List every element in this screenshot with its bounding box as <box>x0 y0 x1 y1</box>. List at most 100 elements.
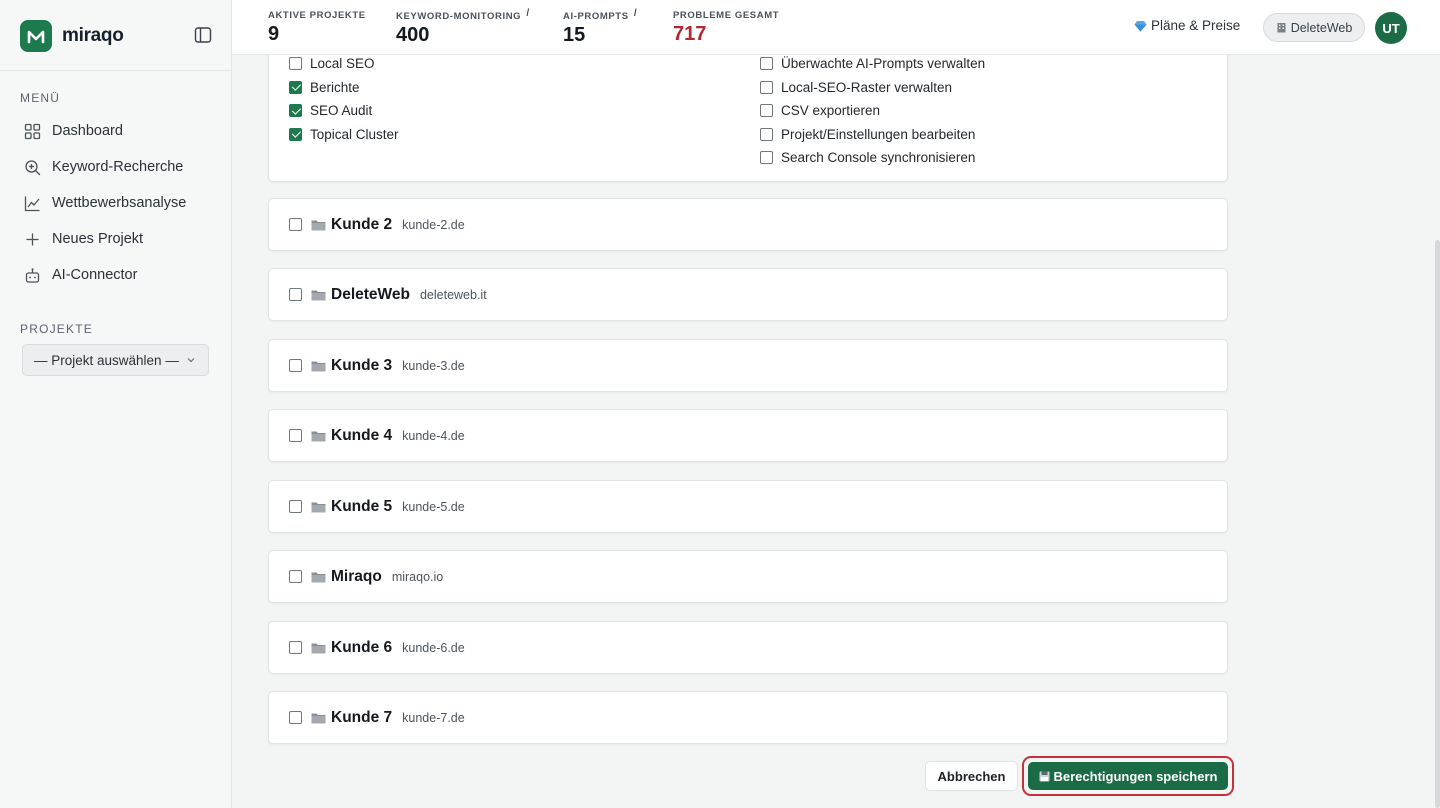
project-domain: deleteweb.it <box>419 287 487 302</box>
sidebar-item-label: Neues Projekt <box>52 231 144 247</box>
info-icon[interactable]: i <box>526 7 530 19</box>
checkbox[interactable] <box>289 641 302 654</box>
project-domain: kunde-2.de <box>402 217 465 232</box>
project-row[interactable]: Kunde 2 kunde-2.de <box>268 198 1228 251</box>
checkbox[interactable] <box>760 57 773 71</box>
project-row[interactable]: Kunde 7 kunde-7.de <box>268 691 1228 744</box>
project-name: Kunde 5 <box>331 497 393 515</box>
project-name: Kunde 3 <box>331 356 393 374</box>
stat-label: AI-PROMPTS <box>563 11 629 22</box>
sidebar-item-neues-projekt[interactable]: Neues Projekt <box>20 221 212 257</box>
projects-section-label: PROJEKTE <box>20 322 93 336</box>
checkbox[interactable] <box>760 151 773 165</box>
stat-label: PROBLEME GESAMT <box>673 10 780 21</box>
building-icon <box>1277 23 1286 33</box>
permission-label: Überwachte AI-Prompts verwalten <box>781 56 986 72</box>
checkbox[interactable] <box>289 500 302 513</box>
stat-label: KEYWORD-MONITORING <box>396 11 522 22</box>
robot-icon <box>25 267 40 283</box>
checkbox[interactable] <box>760 104 773 118</box>
project-select[interactable]: — Projekt auswählen — <box>22 344 209 376</box>
permissions-card: Local SEO Berichte SEO Audit Topical Clu… <box>268 55 1228 182</box>
stat-aktive-projekte: AKTIVE PROJEKTE 9 <box>268 10 366 46</box>
project-name: Miraqo <box>331 567 382 585</box>
folder-icon <box>311 220 326 230</box>
checkbox[interactable] <box>289 359 302 372</box>
scrollbar[interactable] <box>1435 240 1440 808</box>
checkbox[interactable] <box>289 711 302 724</box>
folder-icon <box>311 502 326 512</box>
permission-label: SEO Audit <box>310 103 373 119</box>
permission-topical-cluster[interactable]: Topical Cluster <box>289 123 399 147</box>
permission-ai-prompts-verwalten[interactable]: Überwachte AI-Prompts verwalten <box>760 55 985 76</box>
sidebar-toggle-icon[interactable] <box>194 26 212 44</box>
info-icon[interactable]: i <box>634 7 638 19</box>
checkbox[interactable] <box>289 429 302 442</box>
project-row[interactable]: DeleteWeb deleteweb.it <box>268 268 1228 321</box>
floppy-disk-icon <box>1039 771 1049 781</box>
sidebar-item-keyword-recherche[interactable]: Keyword-Recherche <box>20 149 212 185</box>
project-row[interactable]: Miraqo miraqo.io <box>268 550 1228 603</box>
stat-value: 717 <box>673 23 707 45</box>
checkbox[interactable] <box>289 127 302 141</box>
sidebar-item-label: AI-Connector <box>52 267 138 283</box>
project-select-value: — Projekt auswählen — <box>34 352 179 368</box>
sidebar-item-label: Dashboard <box>52 123 123 139</box>
project-domain: miraqo.io <box>391 569 444 584</box>
grid-icon <box>24 123 41 139</box>
stat-value: 9 <box>268 23 280 45</box>
project-name: Kunde 6 <box>331 638 393 656</box>
permission-label: Berichte <box>310 79 360 95</box>
sidebar-item-wettbewerbsanalyse[interactable]: Wettbewerbsanalyse <box>20 185 212 221</box>
project-row[interactable]: Kunde 4 kunde-4.de <box>268 409 1228 462</box>
permission-label: CSV exportieren <box>781 103 881 119</box>
project-domain: kunde-6.de <box>402 640 465 655</box>
sidebar-item-ai-connector[interactable]: AI-Connector <box>20 257 212 293</box>
permission-local-seo-raster[interactable]: Local-SEO-Raster verwalten <box>760 76 985 100</box>
permissions-right-column: Überwachte AI-Prompts verwalten Local-SE… <box>760 55 985 170</box>
stat-value: 15 <box>563 24 586 46</box>
permission-search-console-sync[interactable]: Search Console synchronisieren <box>760 146 985 170</box>
checkbox[interactable] <box>289 80 302 94</box>
save-permissions-button[interactable]: Berechtigungen speichern <box>1028 762 1228 790</box>
miraqo-logo-icon <box>20 20 52 52</box>
permission-label: Projekt/Einstellungen bearbeiten <box>781 126 976 142</box>
permission-projekt-einstellungen[interactable]: Projekt/Einstellungen bearbeiten <box>760 123 985 147</box>
sidebar-item-dashboard[interactable]: Dashboard <box>20 113 212 149</box>
folder-icon <box>311 643 326 653</box>
stat-ai-prompts: AI-PROMPTS i 15 <box>563 7 638 47</box>
project-domain: kunde-4.de <box>402 428 465 443</box>
project-row[interactable]: Kunde 6 kunde-6.de <box>268 621 1228 674</box>
stat-label: AKTIVE PROJEKTE <box>268 10 366 21</box>
checkbox[interactable] <box>289 57 302 71</box>
plus-icon <box>26 233 39 245</box>
plans-label: Pläne & Preise <box>1151 18 1241 33</box>
permissions-left-column: Local SEO Berichte SEO Audit Topical Clu… <box>289 55 399 146</box>
plans-pricing-link[interactable]: Pläne & Preise <box>1134 18 1240 33</box>
workspace-switcher[interactable]: DeleteWeb <box>1263 13 1365 42</box>
chevron-down-icon <box>187 358 195 363</box>
checkbox[interactable] <box>289 570 302 583</box>
project-domain: kunde-3.de <box>402 358 465 373</box>
checkbox[interactable] <box>289 218 302 231</box>
permission-berichte[interactable]: Berichte <box>289 76 399 100</box>
checkbox[interactable] <box>289 104 302 118</box>
brand[interactable]: miraqo <box>20 20 124 52</box>
permission-csv-exportieren[interactable]: CSV exportieren <box>760 99 985 123</box>
permission-seo-audit[interactable]: SEO Audit <box>289 99 399 123</box>
checkbox[interactable] <box>760 127 773 141</box>
checkbox[interactable] <box>289 288 302 301</box>
user-avatar[interactable]: UT <box>1375 12 1407 44</box>
sidebar-item-label: Keyword-Recherche <box>52 159 184 175</box>
project-domain: kunde-5.de <box>402 499 465 514</box>
search-plus-icon <box>25 159 41 175</box>
project-row[interactable]: Kunde 5 kunde-5.de <box>268 480 1228 533</box>
sidebar-divider <box>0 70 231 71</box>
project-row[interactable]: Kunde 3 kunde-3.de <box>268 339 1228 392</box>
checkbox[interactable] <box>760 80 773 94</box>
permission-label: Local-SEO-Raster verwalten <box>781 79 953 95</box>
save-button-label: Berechtigungen speichern <box>1053 768 1218 784</box>
cancel-button[interactable]: Abbrechen <box>925 761 1018 791</box>
permission-local-seo[interactable]: Local SEO <box>289 55 399 76</box>
permission-label: Search Console synchronisieren <box>781 150 976 166</box>
